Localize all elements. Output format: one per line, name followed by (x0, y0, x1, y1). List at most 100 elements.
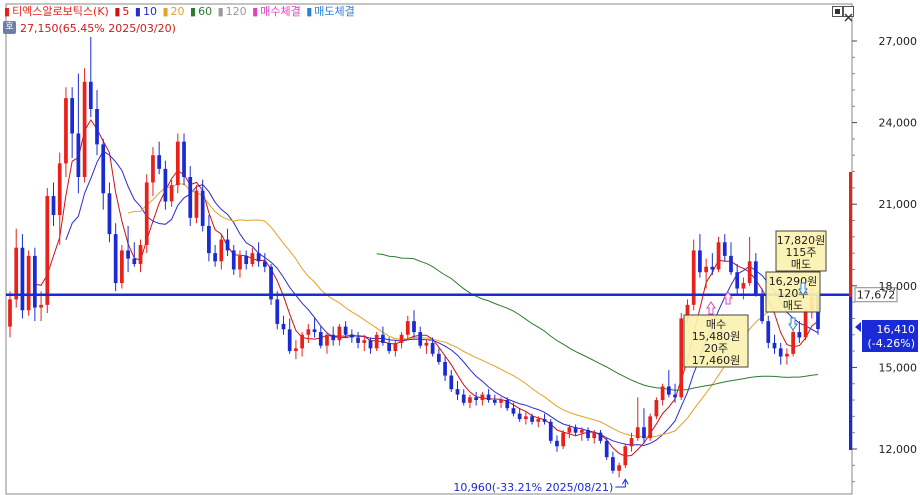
sell-note-1-line: 매도 (791, 258, 811, 271)
legend-ma10-marker: ▮ (134, 5, 141, 18)
candle-body (455, 389, 460, 395)
candle-body (405, 321, 410, 335)
candle-body (679, 318, 684, 398)
candle-body (231, 250, 236, 270)
legend-buy-marker: ▮ (252, 5, 259, 18)
legend-ma60-marker: ▮ (190, 5, 197, 18)
legend-ma20-marker: ▮ (162, 5, 169, 18)
candle-body (64, 98, 68, 164)
candle-body (287, 329, 292, 352)
candle-body (325, 334, 329, 346)
candle-body (101, 144, 106, 194)
candle-body (368, 340, 373, 349)
candle-body (20, 247, 25, 311)
candle-body (138, 245, 143, 265)
candle-body (250, 253, 255, 265)
candle-body (182, 141, 186, 177)
candle-body (735, 272, 740, 289)
legend-ma20: 20 (170, 5, 185, 18)
candle-body (704, 266, 708, 273)
candle-body (698, 250, 702, 273)
candle-body (393, 342, 398, 352)
legend-title: 티엑스알로보틱스(K) (12, 5, 109, 18)
candle-body (95, 109, 99, 145)
legend-ma120: 120 (225, 5, 247, 18)
last-change-label: (-4.26%) (868, 337, 916, 350)
candle-body (51, 196, 56, 216)
candle-body (785, 353, 789, 357)
close-button[interactable] (843, 6, 854, 22)
candle-body (262, 261, 267, 267)
candle-body (349, 334, 354, 338)
candle-body (666, 386, 671, 395)
sell-note-1: 17,820원115주매도 (775, 230, 827, 272)
candle-body (586, 429, 590, 439)
candle-body (188, 177, 193, 218)
legend-sell-marker: ▮ (306, 5, 313, 18)
candle-body (691, 250, 696, 305)
candle-body (797, 332, 802, 338)
low-arrow (615, 479, 626, 488)
candle-body (318, 332, 323, 346)
candle-body (716, 242, 721, 270)
candle-body (39, 304, 43, 308)
candle-body (200, 190, 205, 226)
candle-body (542, 419, 547, 422)
y-tick-label: 24,000 (879, 117, 918, 130)
candle-body (623, 446, 628, 466)
candle-body (331, 334, 336, 341)
candle-body (169, 185, 174, 202)
candle-body (579, 429, 584, 433)
candle-body (225, 239, 230, 251)
candle-body (144, 182, 149, 245)
candle-body (443, 361, 447, 376)
candle-body (45, 196, 50, 305)
up-range-bar (849, 172, 852, 297)
candle-body (387, 342, 392, 352)
last-price-pointer (855, 322, 861, 332)
candle-body (747, 261, 752, 284)
buy-note: 매수15,480원20주17,460원 (683, 314, 749, 368)
legend-ma60: 60 (198, 5, 213, 18)
candle-body (492, 400, 497, 403)
candle-body (132, 258, 137, 265)
legend-buy: 매수체결 (260, 5, 301, 18)
candle-body (766, 321, 771, 343)
candle-body (88, 81, 93, 109)
minimize-button[interactable] (832, 6, 843, 17)
legend-title-marker: ▮ (4, 5, 11, 18)
candle-body (598, 432, 603, 441)
candle-body (399, 334, 404, 343)
candle-body (343, 326, 348, 335)
candle-body (207, 225, 211, 254)
sell-note-2-line: 매도 (783, 299, 803, 312)
candle-body (480, 394, 485, 401)
buy-note-line: 17,460원 (692, 354, 741, 367)
candle-body (175, 141, 180, 186)
candle-body (660, 386, 665, 401)
candle-body (312, 329, 317, 333)
candle-body (113, 234, 118, 284)
candle-body (536, 419, 541, 422)
candle-body (517, 413, 522, 420)
candle-body (163, 168, 168, 202)
candle-body (642, 427, 646, 439)
candle-body (474, 397, 479, 401)
chart-tab[interactable]: 호 (3, 21, 16, 34)
candle-body (356, 337, 360, 343)
candle-body (729, 255, 733, 273)
candle-body (418, 332, 423, 346)
candle-body (362, 340, 367, 343)
candle-body (592, 432, 597, 439)
price-chart[interactable]: 17,67216,410(-4.26%)10,960(-33.21% 2025/… (0, 0, 920, 495)
candle-body (567, 427, 572, 433)
candle-body (629, 438, 634, 447)
candle-body (803, 310, 808, 338)
sell-note-2: 16,290원120주매도 (765, 271, 821, 313)
candle-body (32, 255, 37, 308)
candle-body (256, 253, 261, 262)
candle-body (555, 440, 559, 447)
candle-body (778, 348, 783, 357)
candle-body (157, 155, 162, 169)
candle-body (505, 400, 510, 409)
